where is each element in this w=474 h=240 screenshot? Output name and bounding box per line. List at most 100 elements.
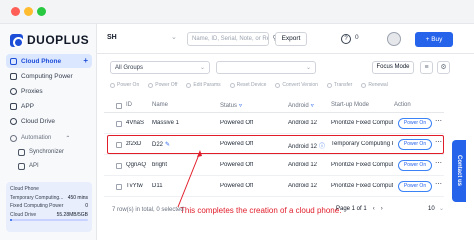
settings-icon[interactable]: ⚙ bbox=[437, 61, 450, 74]
convert-icon bbox=[275, 82, 281, 88]
page-indicator: Page 1 of 1 bbox=[336, 206, 367, 212]
edit-icon bbox=[186, 82, 192, 88]
power-on-button[interactable]: Power On bbox=[398, 160, 432, 171]
renewal-action[interactable]: Renewal bbox=[361, 80, 388, 90]
sliders-icon[interactable]: ≡ bbox=[420, 61, 433, 74]
filter-icon[interactable]: ▿ bbox=[311, 103, 314, 109]
help-icon[interactable]: ? bbox=[341, 34, 351, 44]
logo-text: DUOPLUS bbox=[27, 33, 90, 47]
export-button[interactable]: Export bbox=[275, 32, 307, 46]
sidebar-item-label: Proxies bbox=[21, 87, 43, 95]
reset-device-action[interactable]: Reset Device bbox=[229, 80, 266, 90]
cell-name: bright bbox=[152, 162, 168, 168]
power-on-button[interactable]: Power On bbox=[398, 118, 432, 129]
column-header-startup-mode: Start-up Mode bbox=[331, 102, 370, 108]
sidebar-item-cloud-drive[interactable]: Cloud Drive bbox=[6, 114, 92, 128]
globe-icon bbox=[10, 87, 17, 95]
edit-params-action[interactable]: Edit Params bbox=[186, 80, 221, 90]
minimize-window-button[interactable] bbox=[24, 7, 33, 16]
table-row[interactable]: QgnAQ bright Powered Off Android 12 Prio… bbox=[104, 156, 444, 176]
page-size-select[interactable]: 10 bbox=[428, 206, 435, 212]
top-bar: SH ⌄ Name, ID, Serial, Note, or Remark ⚲… bbox=[97, 24, 474, 54]
more-options-icon[interactable]: ⋯ bbox=[435, 159, 442, 167]
cell-startup-mode: Prioritize Fixed Computin... bbox=[331, 120, 393, 126]
avatar[interactable] bbox=[387, 32, 401, 46]
sidebar-item-api[interactable]: API bbox=[18, 160, 39, 172]
buy-button[interactable]: + Buy bbox=[415, 32, 453, 47]
window-titlebar bbox=[0, 0, 474, 24]
power-on-button[interactable]: Power On bbox=[398, 181, 432, 192]
stat-label: Cloud Drive bbox=[10, 211, 37, 218]
sidebar-item-label: API bbox=[29, 163, 39, 169]
add-icon[interactable]: + bbox=[83, 56, 88, 65]
next-page-icon[interactable]: › bbox=[381, 206, 383, 212]
stat-value: 55.28MB/5GB bbox=[56, 211, 88, 218]
focus-mode-button[interactable]: Focus Mode bbox=[372, 61, 414, 74]
transfer-action[interactable]: Transfer bbox=[326, 80, 352, 90]
sidebar-item-cloud-phone[interactable]: Cloud Phone + bbox=[6, 54, 92, 68]
stat-cloud-drive: Cloud Drive 55.28MB/5GB bbox=[10, 211, 88, 220]
wallet-balance: 0 bbox=[355, 34, 359, 41]
filter-icon[interactable]: ▿ bbox=[239, 103, 242, 109]
power-on-action[interactable]: Power On bbox=[110, 80, 139, 90]
prev-page-icon[interactable]: ‹ bbox=[373, 206, 375, 212]
table-row[interactable]: TvYtw D11 Powered Off Android 12 Priorit… bbox=[104, 177, 444, 197]
sidebar-item-synchronizer[interactable]: Synchronizer bbox=[18, 146, 64, 158]
usage-stats-panel: Cloud Phone Temporary Computing... 450 m… bbox=[6, 182, 92, 232]
stat-label: Temporary Computing... bbox=[10, 194, 64, 201]
convert-version-action[interactable]: Convert Version bbox=[275, 80, 318, 90]
api-icon bbox=[18, 162, 25, 170]
column-header-status[interactable]: Status ▿ bbox=[220, 102, 242, 109]
automation-icon bbox=[10, 134, 17, 142]
cpu-icon bbox=[10, 72, 17, 80]
sidebar-group-automation[interactable]: Automation ⌃ bbox=[10, 132, 70, 144]
cell-android: Android 12 bbox=[288, 120, 318, 126]
stat-fixed-computing: Fixed Computing Power 0 bbox=[10, 202, 88, 211]
group-select-value: All Groups bbox=[115, 65, 144, 71]
sidebar-item-proxies[interactable]: Proxies bbox=[6, 84, 92, 98]
team-selector[interactable]: SH bbox=[107, 34, 117, 41]
more-options-icon[interactable]: ⋯ bbox=[435, 180, 442, 188]
logo-icon bbox=[10, 33, 24, 48]
power-icon bbox=[110, 82, 115, 88]
group-select[interactable]: All Groups ⌄ bbox=[110, 61, 210, 74]
chevron-down-icon: ⌄ bbox=[199, 65, 205, 71]
reset-icon bbox=[229, 82, 235, 88]
sidebar-item-label: APP bbox=[21, 102, 35, 110]
sidebar-item-app[interactable]: APP bbox=[6, 99, 92, 113]
column-header-android[interactable]: Android ▿ bbox=[288, 102, 314, 109]
sidebar-item-label: Synchronizer bbox=[29, 149, 65, 155]
close-window-button[interactable] bbox=[11, 7, 20, 16]
sidebar-item-label: Cloud Drive bbox=[21, 117, 55, 125]
sidebar-item-computing-power[interactable]: Computing Power bbox=[6, 69, 92, 83]
cloud-drive-progress-fill bbox=[10, 219, 12, 221]
transfer-icon bbox=[326, 82, 332, 88]
row-checkbox[interactable] bbox=[116, 121, 122, 127]
status-select[interactable]: ⌄ bbox=[216, 61, 316, 74]
row-checkbox[interactable] bbox=[116, 184, 122, 190]
search-input[interactable]: Name, ID, Serial, Note, or Remark bbox=[187, 32, 269, 46]
power-off-action[interactable]: Power Off bbox=[148, 80, 177, 90]
sidebar-item-label: Cloud Phone bbox=[21, 57, 62, 65]
maximize-window-button[interactable] bbox=[37, 7, 46, 16]
action-label: Renewal bbox=[368, 82, 388, 88]
column-header-action: Action bbox=[394, 102, 411, 108]
more-options-icon[interactable]: ⋯ bbox=[435, 117, 442, 125]
row-checkbox[interactable] bbox=[116, 163, 122, 169]
cell-id: QgnAQ bbox=[126, 162, 147, 168]
chevron-down-icon[interactable]: ⌄ bbox=[171, 33, 177, 41]
chevron-up-icon: ⌃ bbox=[65, 135, 71, 142]
cell-name: Massive 1 bbox=[152, 120, 180, 126]
chevron-down-icon[interactable]: ⌄ bbox=[439, 205, 444, 212]
cell-android: Android 12 bbox=[288, 162, 318, 168]
select-all-checkbox[interactable] bbox=[116, 103, 122, 109]
contact-us-tab[interactable]: Contact us bbox=[452, 140, 466, 202]
table-row[interactable]: 4VhaS Massive 1 Powered Off Android 12 P… bbox=[104, 114, 444, 134]
sidebar: DUOPLUS Cloud Phone + Computing Power Pr… bbox=[0, 24, 97, 240]
cell-id: 4VhaS bbox=[126, 120, 145, 126]
cell-status: Powered Off bbox=[220, 120, 254, 126]
cloud-drive-progress-bar bbox=[10, 219, 88, 221]
column-header-label: Status bbox=[220, 103, 238, 109]
cell-startup-mode: Prioritize Fixed Computin... bbox=[331, 162, 393, 168]
stat-temporary-computing: Temporary Computing... 450 mins bbox=[10, 194, 88, 203]
